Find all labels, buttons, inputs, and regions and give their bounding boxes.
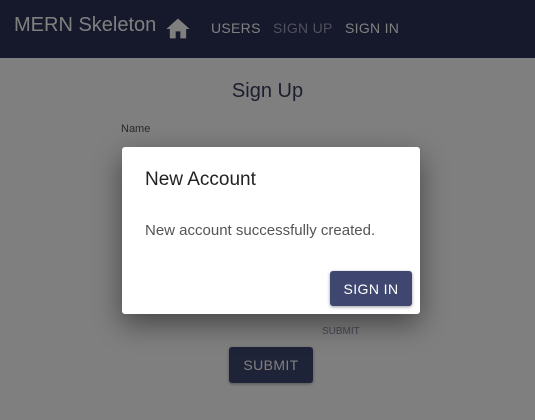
- dialog-sign-in-button[interactable]: SIGN IN: [330, 271, 412, 306]
- new-account-dialog: New Account New account successfully cre…: [122, 147, 420, 314]
- dialog-message: New account successfully created.: [145, 222, 376, 239]
- dialog-title: New Account: [145, 169, 256, 190]
